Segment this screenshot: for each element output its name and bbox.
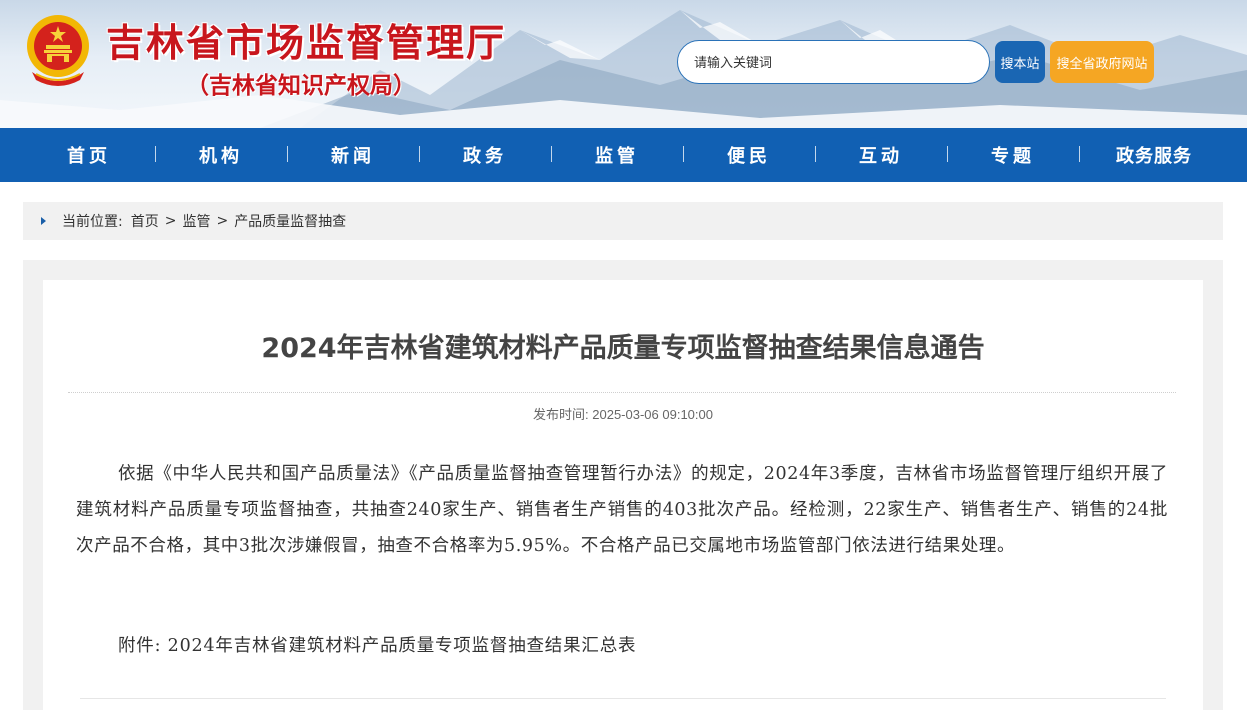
search-site-button[interactable]: 搜本站: [995, 41, 1045, 83]
breadcrumb: 当前位置: 首页 > 监管 > 产品质量监督抽查: [23, 202, 1223, 240]
breadcrumb-separator: >: [164, 213, 177, 229]
article-title: 2024年吉林省建筑材料产品质量专项监督抽查结果信息通告: [261, 333, 985, 364]
publish-label: 发布时间:: [533, 407, 589, 422]
nav-item-interaction[interactable]: 互动: [815, 142, 947, 168]
attachment-label: 附件:: [118, 636, 162, 656]
site-title: 吉林省市场监督管理厅: [106, 20, 507, 65]
nav-item-gov-services[interactable]: 政务服务: [1079, 142, 1229, 168]
breadcrumb-separator: >: [216, 213, 229, 229]
main-nav: 首页 机构 新闻 政务 监管 便民 互动 专题 政务服务: [0, 128, 1247, 182]
publish-time: 2025-03-06 09:10:00: [592, 407, 713, 422]
search-gov-button[interactable]: 搜全省政府网站: [1050, 41, 1154, 83]
breadcrumb-link-product-quality[interactable]: 产品质量监督抽查: [234, 211, 346, 231]
bottom-divider: [80, 698, 1166, 699]
nav-item-supervision[interactable]: 监管: [551, 142, 683, 168]
breadcrumb-arrow-icon: [41, 217, 46, 225]
attachment-row: 附件: 2024年吉林省建筑材料产品质量专项监督抽查结果汇总表: [118, 632, 636, 657]
title-divider: [68, 392, 1176, 393]
nav-item-organization[interactable]: 机构: [155, 142, 287, 168]
national-emblem-icon: [27, 15, 89, 86]
search-input[interactable]: [677, 40, 990, 84]
breadcrumb-link-supervision[interactable]: 监管: [182, 211, 210, 231]
nav-item-government-affairs[interactable]: 政务: [419, 142, 551, 168]
breadcrumb-link-home[interactable]: 首页: [131, 211, 159, 231]
article-body: 依据《中华人民共和国产品质量法》《产品质量监督抽查管理暂行办法》的规定，2024…: [76, 464, 1168, 556]
nav-item-home[interactable]: 首页: [23, 142, 155, 168]
attachment-link[interactable]: 2024年吉林省建筑材料产品质量专项监督抽查结果汇总表: [168, 636, 637, 656]
nav-item-public-service[interactable]: 便民: [683, 142, 815, 168]
site-subtitle: （吉林省知识产权局）: [186, 73, 416, 99]
publish-info: 发布时间: 2025-03-06 09:10:00: [43, 404, 1203, 423]
site-header: 吉林省市场监督管理厅 （吉林省知识产权局） 搜本站 搜全省政府网站: [0, 0, 1247, 128]
breadcrumb-label: 当前位置:: [62, 214, 123, 230]
nav-item-news[interactable]: 新闻: [287, 142, 419, 168]
nav-item-topics[interactable]: 专题: [947, 142, 1079, 168]
